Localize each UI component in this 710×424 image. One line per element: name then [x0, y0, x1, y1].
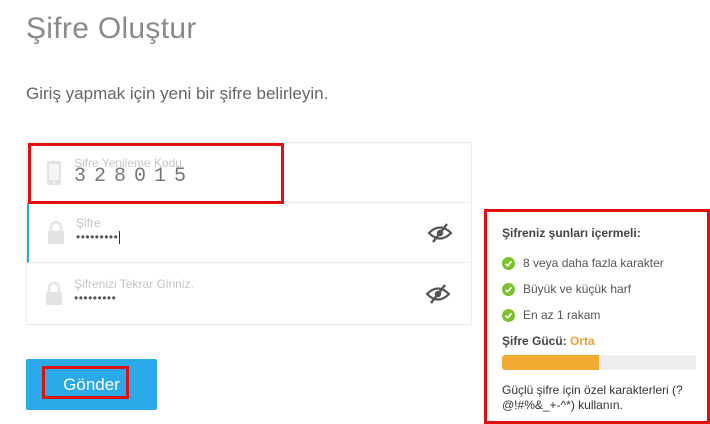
- requirement-text: Büyük ve küçük harf: [523, 282, 632, 296]
- confirm-password-value[interactable]: •••••••••: [74, 291, 116, 305]
- strength-row: Şifre Gücü: Orta: [502, 334, 696, 348]
- eye-slash-icon[interactable]: [427, 223, 453, 243]
- reset-code-highlight: [28, 143, 284, 204]
- strength-label: Şifre Gücü:: [502, 334, 567, 348]
- page-subtitle: Giriş yapmak için yeni bir şifre belirle…: [26, 84, 329, 103]
- check-icon: [502, 282, 515, 296]
- requirement-text: En az 1 rakam: [523, 308, 601, 322]
- confirm-password-label: Şifrenizi Tekrar Giriniz.: [74, 277, 194, 291]
- page-title: Şifre Oluştur: [26, 12, 197, 45]
- password-value[interactable]: •••••••••: [76, 230, 121, 245]
- requirements-heading: Şifreniz şunları içermeli:: [502, 226, 641, 240]
- text-caret: [119, 231, 121, 245]
- check-icon: [502, 308, 515, 322]
- eye-slash-icon[interactable]: [425, 284, 451, 304]
- password-label: Şifre: [76, 216, 101, 230]
- strength-bar-fill: [502, 355, 599, 370]
- lock-icon: [46, 281, 62, 305]
- password-requirements-panel: Şifreniz şunları içermeli: 8 veya daha f…: [484, 209, 710, 424]
- strength-bar: [502, 355, 696, 370]
- submit-button[interactable]: Gönder: [26, 359, 157, 410]
- requirement-item: Büyük ve küçük harf: [502, 276, 696, 302]
- requirement-item: En az 1 rakam: [502, 302, 696, 328]
- password-field[interactable]: Şifre •••••••••: [27, 203, 471, 263]
- strength-value: Orta: [570, 334, 595, 348]
- confirm-password-field[interactable]: Şifrenizi Tekrar Giriniz. •••••••••: [27, 264, 471, 324]
- requirement-text: 8 veya daha fazla karakter: [523, 256, 664, 270]
- lock-icon: [48, 220, 64, 244]
- check-icon: [502, 256, 515, 270]
- requirement-item: 8 veya daha fazla karakter: [502, 250, 696, 276]
- strength-tip: Güçlü şifre için özel karakterleri (?@!#…: [502, 383, 683, 412]
